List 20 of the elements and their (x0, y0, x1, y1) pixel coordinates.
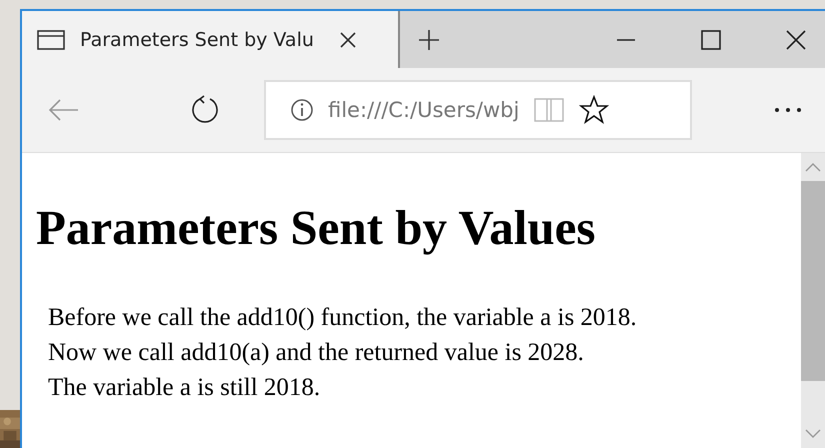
maximize-icon[interactable] (700, 28, 722, 50)
browser-tab[interactable]: Parameters Sent by Valu (22, 11, 400, 68)
star-icon[interactable] (579, 95, 610, 125)
url-text: file:///C:/Users/wbj (328, 98, 520, 122)
close-icon[interactable] (785, 28, 807, 50)
new-tab-icon[interactable] (418, 28, 440, 50)
info-icon (290, 98, 314, 122)
page-heading: Parameters Sent by Values (36, 199, 596, 256)
scrollbar-thumb[interactable] (801, 181, 825, 381)
page-icon (36, 28, 66, 52)
page-text: The variable a is still 2018. (48, 373, 322, 403)
tab-title: Parameters Sent by Valu (80, 28, 314, 50)
refresh-icon[interactable] (190, 95, 220, 125)
close-tab-icon[interactable] (338, 30, 358, 50)
page-text: Now we call add10(a) and the returned value is 2028. (48, 338, 585, 368)
scrollbar[interactable] (801, 153, 825, 448)
more-icon[interactable] (773, 106, 803, 114)
page-text: Before we call the add10() function, the variable a is 2018. (48, 303, 638, 333)
address-bar[interactable]: file:///C:/Users/wbj (264, 80, 692, 140)
back-arrow-icon[interactable] (48, 98, 80, 122)
